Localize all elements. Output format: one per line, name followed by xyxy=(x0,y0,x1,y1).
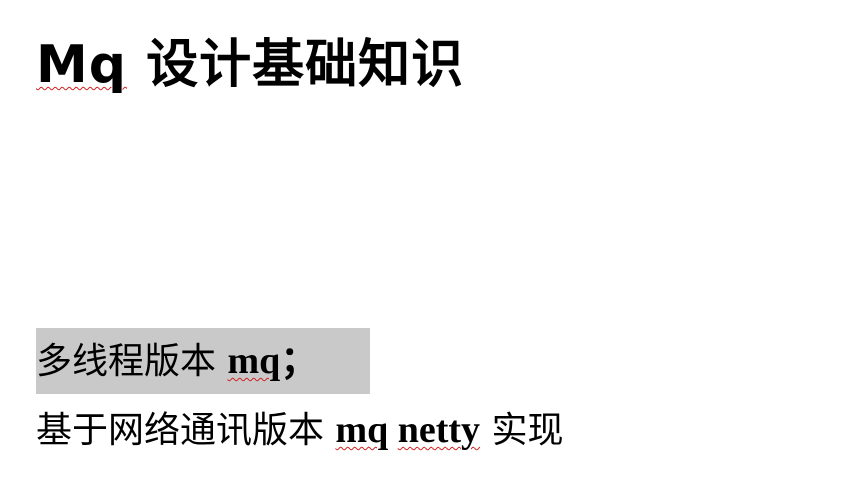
bullet-line: 基于网络通讯版本 mq netty 实现 xyxy=(36,402,564,459)
line-latin: mq xyxy=(227,340,281,382)
line-space xyxy=(388,409,398,451)
bullet-line-highlighted: 多线程版本 mq； xyxy=(36,328,371,394)
line-text: 多线程版本 xyxy=(36,341,228,382)
title-text: 设计基础知识 xyxy=(126,35,465,95)
line-latin-netty: netty xyxy=(397,409,481,451)
line-text: 基于网络通讯版本 xyxy=(36,410,336,451)
title-latin: Mq xyxy=(36,35,127,95)
page-title: Mq 设计基础知识 xyxy=(36,30,464,100)
line-tail: ； xyxy=(280,340,319,382)
line-latin-mq: mq xyxy=(335,409,389,451)
line-tail: 实现 xyxy=(480,410,564,451)
